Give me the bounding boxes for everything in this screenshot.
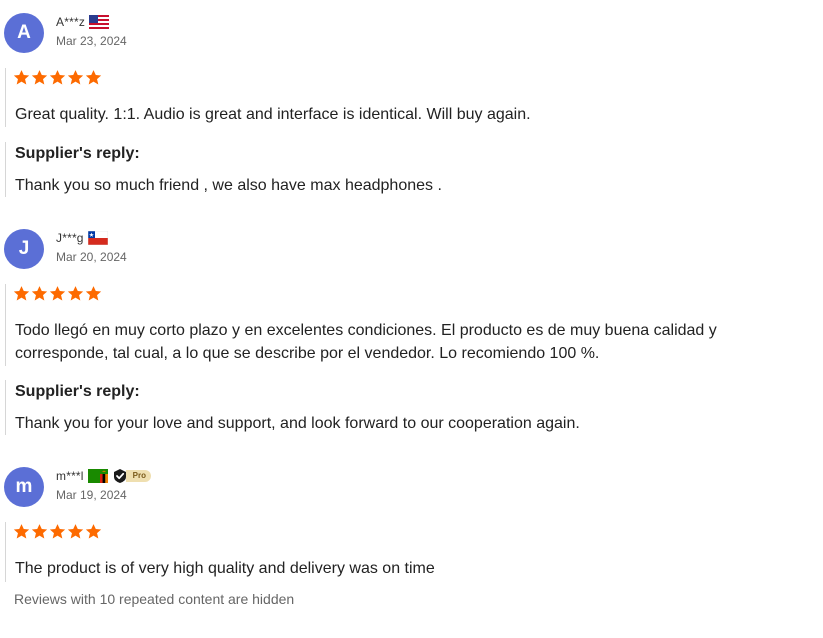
reviewer-name: A***z <box>56 15 86 29</box>
reply-text: Thank you for your love and support, and… <box>15 415 580 432</box>
reviewer-name: J***g <box>56 231 84 245</box>
avatar: A <box>4 13 44 53</box>
reply-title: Supplier's reply: <box>15 383 140 400</box>
chile-flag-icon <box>87 231 108 245</box>
hidden-reviews-note: Reviews with 10 repeated content are hid… <box>14 591 295 607</box>
star-icon <box>49 286 66 301</box>
avatar: J <box>4 229 44 269</box>
star-icon <box>49 524 66 539</box>
review-date: Mar 23, 2024 <box>56 34 127 48</box>
supplier-reply <box>5 380 6 435</box>
star-icon <box>85 286 102 301</box>
review-text: Great quality. 1:1. Audio is great and i… <box>15 106 531 123</box>
supplier-reply <box>5 142 6 197</box>
star-icon <box>13 286 30 301</box>
avatar-letter: J <box>18 238 30 259</box>
star-icon <box>13 70 30 85</box>
zambia-flag-icon <box>87 469 108 483</box>
star-icon <box>49 70 66 85</box>
us-flag-icon <box>89 15 110 29</box>
star-rating <box>13 285 102 302</box>
star-icon <box>85 524 102 539</box>
review-text: Todo llegó en muy corto plazo y en excel… <box>15 319 805 365</box>
reviewer-name: m***l <box>56 469 84 483</box>
star-rating <box>13 523 102 540</box>
review-date: Mar 20, 2024 <box>56 250 127 264</box>
star-icon <box>85 70 102 85</box>
review-body <box>5 68 6 127</box>
reply-title: Supplier's reply: <box>15 145 140 162</box>
review-text-line: corresponde, tal cual, a lo que se descr… <box>15 345 600 362</box>
star-icon <box>13 524 30 539</box>
pro-badge: Pro <box>112 468 152 484</box>
star-icon <box>31 524 48 539</box>
star-icon <box>67 70 84 85</box>
reply-text: Thank you so much friend , we also have … <box>15 177 442 194</box>
review-text: The product is of very high quality and … <box>15 560 435 577</box>
review-date: Mar 19, 2024 <box>56 488 127 502</box>
review-text-line: Todo llegó en muy corto plazo y en excel… <box>15 322 717 339</box>
review-body <box>5 522 6 582</box>
avatar: m <box>4 467 44 507</box>
review-body <box>5 284 6 366</box>
avatar-letter: A <box>17 22 31 43</box>
reviewer-info: m***l Pro <box>56 468 152 484</box>
star-rating <box>13 69 102 86</box>
avatar-letter: m <box>15 476 33 497</box>
star-icon <box>31 286 48 301</box>
pro-badge-label: Pro <box>125 470 152 482</box>
star-icon <box>67 286 84 301</box>
star-icon <box>67 524 84 539</box>
reviewer-info: J***g <box>56 230 108 246</box>
star-icon <box>31 70 48 85</box>
reviewer-info: A***z <box>56 14 110 30</box>
